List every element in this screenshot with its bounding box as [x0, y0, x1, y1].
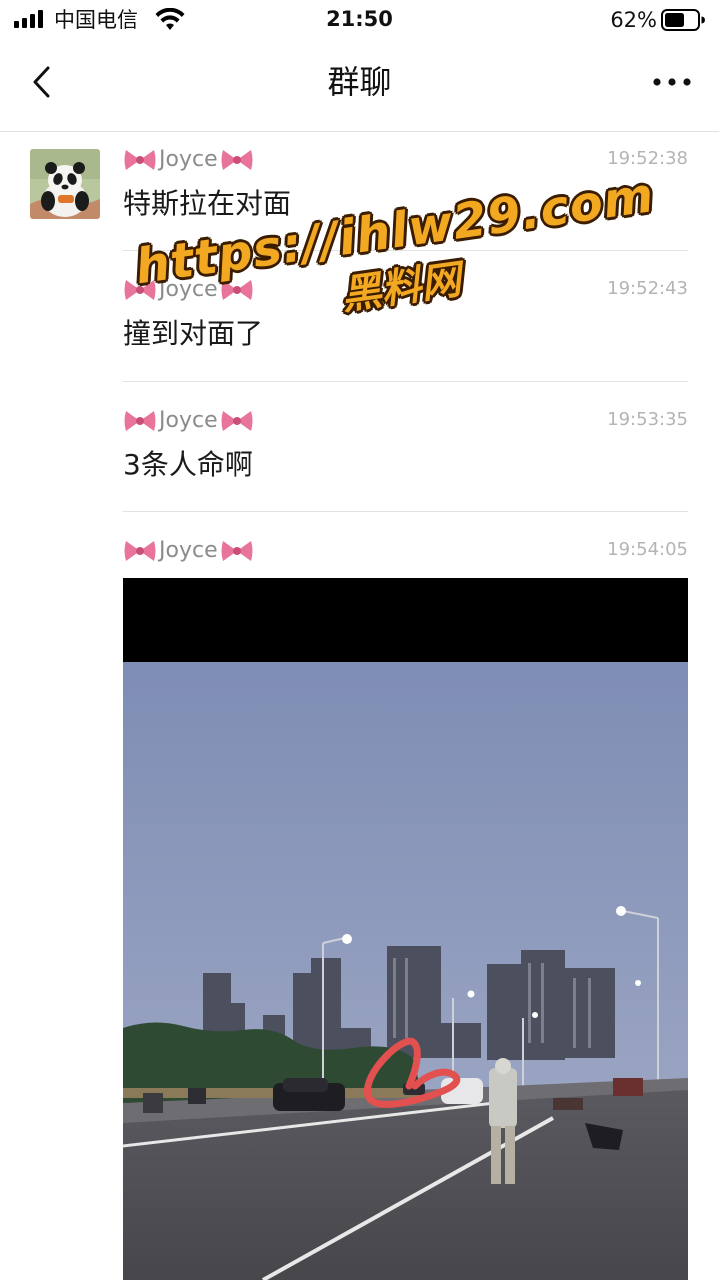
message-item[interactable]: Joyce 19:53:35 3条人命啊	[123, 405, 688, 485]
battery-percent: 62%	[610, 8, 657, 32]
divider	[123, 511, 688, 512]
sender-name: Joyce	[159, 538, 218, 563]
message-time: 19:52:43	[607, 278, 688, 299]
status-bar: 中国电信 21:50 62%	[0, 0, 719, 40]
sender: Joyce	[123, 274, 254, 306]
avatar[interactable]	[30, 149, 100, 219]
page-title: 群聊	[327, 63, 392, 101]
message-item[interactable]: Joyce 19:54:05	[123, 535, 688, 575]
message-time: 19:53:35	[607, 409, 688, 430]
pink-bow-icon	[124, 150, 156, 170]
divider	[123, 250, 688, 251]
message-text: 3条人命啊	[123, 448, 253, 481]
message-image[interactable]	[123, 578, 688, 1280]
sender-name: Joyce	[159, 147, 218, 172]
message-text: 撞到对面了	[123, 317, 264, 350]
more-dots-icon	[653, 78, 691, 86]
message-time: 19:54:05	[607, 539, 688, 560]
sender: Joyce	[123, 535, 254, 567]
message-item[interactable]: Joyce 19:52:38 特斯拉在对面	[123, 144, 688, 224]
sender-name: Joyce	[159, 408, 218, 433]
sender: Joyce	[123, 144, 254, 176]
panda-avatar-icon	[30, 149, 100, 219]
message-text: 特斯拉在对面	[123, 187, 292, 220]
pink-bow-icon	[221, 541, 253, 561]
navigation-bar: 群聊	[0, 40, 719, 132]
road-scene-photo	[123, 578, 688, 1280]
battery-icon	[661, 9, 705, 31]
sender-name: Joyce	[159, 277, 218, 302]
divider	[123, 381, 688, 382]
pink-bow-icon	[221, 411, 253, 431]
message-time: 19:52:38	[607, 148, 688, 169]
pink-bow-icon	[221, 280, 253, 300]
pink-bow-icon	[124, 411, 156, 431]
sender: Joyce	[123, 405, 254, 437]
more-button[interactable]	[649, 64, 695, 100]
pink-bow-icon	[124, 280, 156, 300]
message-item[interactable]: Joyce 19:52:43 撞到对面了	[123, 274, 688, 354]
pink-bow-icon	[221, 150, 253, 170]
pink-bow-icon	[124, 541, 156, 561]
